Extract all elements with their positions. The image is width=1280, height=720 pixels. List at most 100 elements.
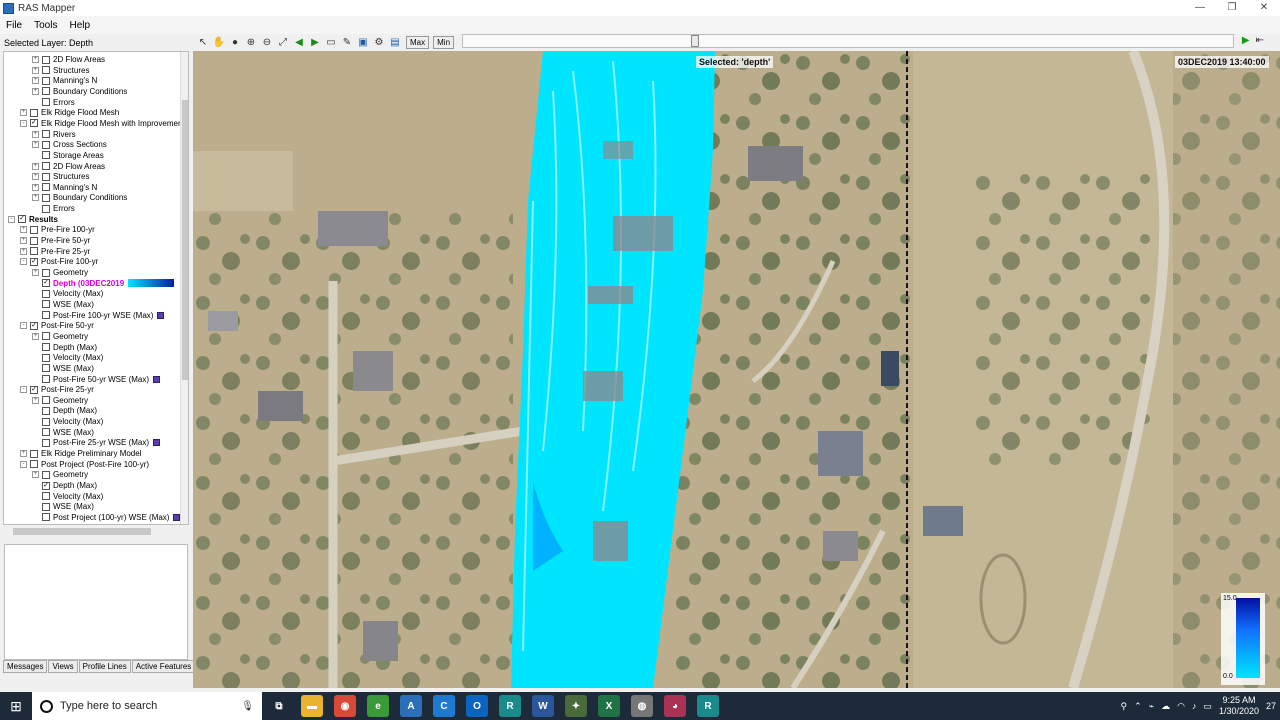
tree-item[interactable]: WSE (Max) bbox=[32, 299, 94, 310]
layer-checkbox[interactable] bbox=[30, 460, 38, 469]
tree-item[interactable]: Post-Fire 25-yr WSE (Max) bbox=[32, 437, 161, 448]
tree-item[interactable]: + Pre-Fire 25-yr bbox=[20, 246, 90, 257]
collapse-icon[interactable]: - bbox=[20, 119, 27, 127]
layer-checkbox[interactable] bbox=[42, 438, 50, 447]
scrollbar-thumb[interactable] bbox=[13, 528, 151, 535]
tab-messages[interactable]: Messages bbox=[3, 660, 48, 673]
tree-item[interactable]: Storage Areas bbox=[32, 150, 104, 161]
layer-properties-icon[interactable] bbox=[157, 311, 165, 319]
collapse-icon[interactable]: - bbox=[8, 215, 15, 223]
layer-checkbox[interactable]: ✓ bbox=[30, 321, 38, 330]
expand-icon[interactable]: + bbox=[32, 332, 39, 340]
excel-icon[interactable]: X bbox=[598, 695, 620, 717]
expand-icon[interactable]: + bbox=[32, 66, 39, 74]
time-slider[interactable] bbox=[462, 34, 1234, 48]
wifi-icon[interactable]: ◠ bbox=[1177, 701, 1185, 712]
tree-item[interactable]: Post Project (100-yr) WSE (Max) bbox=[32, 512, 181, 523]
volume-icon[interactable]: ♪ bbox=[1192, 701, 1197, 711]
layer-checkbox[interactable] bbox=[42, 98, 50, 107]
file-explorer-icon[interactable]: ▬ bbox=[301, 695, 323, 717]
play-icon[interactable]: ▶ bbox=[1242, 35, 1250, 46]
tree-item[interactable]: + Geometry bbox=[32, 267, 88, 278]
app-x-icon[interactable]: ✦ bbox=[565, 695, 587, 717]
tree-item[interactable]: Velocity (Max) bbox=[32, 491, 103, 502]
full-extent-icon[interactable]: ⤢ bbox=[276, 36, 290, 49]
tree-item[interactable]: Errors bbox=[32, 97, 75, 108]
chrome-icon[interactable]: ◉ bbox=[334, 695, 356, 717]
layer-checkbox[interactable]: ✓ bbox=[42, 279, 50, 288]
layer-checkbox[interactable] bbox=[42, 502, 50, 511]
collapse-icon[interactable]: - bbox=[20, 386, 27, 394]
tree-item[interactable]: Post-Fire 50-yr WSE (Max) bbox=[32, 374, 161, 385]
expand-icon[interactable]: + bbox=[32, 77, 39, 85]
layer-checkbox[interactable] bbox=[42, 332, 50, 341]
measure-icon[interactable]: ▭ bbox=[324, 36, 338, 49]
outlook-icon[interactable]: O bbox=[466, 695, 488, 717]
tree-item[interactable]: + Cross Sections bbox=[32, 139, 107, 150]
tree-item[interactable]: + Boundary Conditions bbox=[32, 86, 127, 97]
globe-icon[interactable]: ● bbox=[228, 36, 242, 49]
expand-icon[interactable]: + bbox=[32, 141, 39, 149]
tree-item[interactable]: - ✓ Post-Fire 50-yr bbox=[20, 320, 94, 331]
task-view-icon[interactable]: ⧉ bbox=[268, 695, 290, 717]
clock[interactable]: 9:25 AM 1/30/2020 bbox=[1219, 695, 1259, 717]
pencil-icon[interactable]: ✎ bbox=[340, 36, 354, 49]
layer-checkbox[interactable] bbox=[42, 300, 50, 309]
cloud-icon[interactable]: ☁ bbox=[1161, 701, 1170, 712]
tree-item[interactable]: Velocity (Max) bbox=[32, 416, 103, 427]
tree-item[interactable]: + Rivers bbox=[32, 129, 76, 140]
layer-checkbox[interactable] bbox=[30, 449, 38, 458]
taskbar-search[interactable]: Type here to search 🎙 bbox=[32, 692, 262, 720]
tree-item[interactable]: Velocity (Max) bbox=[32, 352, 103, 363]
layer-checkbox[interactable] bbox=[42, 417, 50, 426]
collapse-icon[interactable]: - bbox=[20, 258, 27, 266]
layer-properties-icon[interactable] bbox=[153, 375, 161, 383]
layer-checkbox[interactable] bbox=[42, 428, 50, 437]
tree-item[interactable]: + Geometry bbox=[32, 331, 88, 342]
layer-checkbox[interactable] bbox=[42, 66, 50, 75]
layer-checkbox[interactable] bbox=[30, 108, 38, 117]
max-button[interactable]: Max bbox=[406, 35, 430, 49]
layer-checkbox[interactable] bbox=[42, 268, 50, 277]
ras-mapper-icon[interactable]: R bbox=[697, 695, 719, 717]
layer-checkbox[interactable] bbox=[42, 396, 50, 405]
layer-checkbox[interactable] bbox=[42, 470, 50, 479]
tab-active-features[interactable]: Active Features bbox=[131, 660, 196, 673]
edge-icon[interactable]: e bbox=[367, 695, 389, 717]
gear-icon[interactable]: ⚙ bbox=[372, 36, 386, 49]
layer-checkbox[interactable] bbox=[42, 513, 50, 522]
person-icon[interactable]: ⚲ bbox=[1121, 701, 1128, 712]
tree-item[interactable]: + Pre-Fire 50-yr bbox=[20, 235, 90, 246]
expand-icon[interactable]: + bbox=[20, 450, 27, 458]
tree-item[interactable]: - ✓ Post-Fire 25-yr bbox=[20, 384, 94, 395]
layers-icon[interactable]: ▤ bbox=[388, 36, 402, 49]
pan-icon[interactable]: ✋ bbox=[212, 36, 226, 49]
tree-item[interactable]: + Structures bbox=[32, 171, 89, 182]
tree-item[interactable]: - Post Project (Post-Fire 100-yr) bbox=[20, 459, 149, 470]
network-icon[interactable]: ⌁ bbox=[1149, 701, 1154, 712]
layer-checkbox[interactable] bbox=[42, 375, 50, 383]
tree-item[interactable]: + Geometry bbox=[32, 395, 88, 406]
layer-checkbox[interactable] bbox=[30, 524, 38, 525]
back-icon[interactable]: ◀ bbox=[292, 36, 306, 49]
expand-icon[interactable]: + bbox=[32, 130, 39, 138]
expand-icon[interactable]: + bbox=[32, 162, 39, 170]
layer-checkbox[interactable] bbox=[42, 492, 50, 501]
tree-item[interactable]: + Pre-Fire 100-yr bbox=[20, 224, 95, 235]
tree-item[interactable]: + Geometry bbox=[32, 469, 88, 480]
tree-item[interactable]: + Manning's N bbox=[32, 75, 97, 86]
menu-help[interactable]: Help bbox=[63, 20, 96, 31]
tree-item[interactable]: WSE (Max) bbox=[32, 427, 94, 438]
restore-button[interactable]: ❐ bbox=[1216, 0, 1248, 16]
tree-item[interactable]: Velocity (Max) bbox=[32, 288, 103, 299]
layer-checkbox[interactable]: ✓ bbox=[30, 385, 38, 394]
expand-icon[interactable]: + bbox=[32, 396, 39, 404]
expand-icon[interactable]: + bbox=[20, 109, 27, 117]
tree-item[interactable]: + Manning's N bbox=[32, 182, 97, 193]
tree-item[interactable]: ✓ Depth (03DEC2019 bbox=[32, 278, 175, 289]
layer-checkbox[interactable]: ✓ bbox=[30, 257, 38, 266]
layer-checkbox[interactable] bbox=[30, 225, 38, 234]
minimize-button[interactable]: — bbox=[1184, 0, 1216, 16]
expand-icon[interactable]: + bbox=[20, 247, 27, 255]
tree-item[interactable]: Depth (Max) bbox=[32, 342, 97, 353]
